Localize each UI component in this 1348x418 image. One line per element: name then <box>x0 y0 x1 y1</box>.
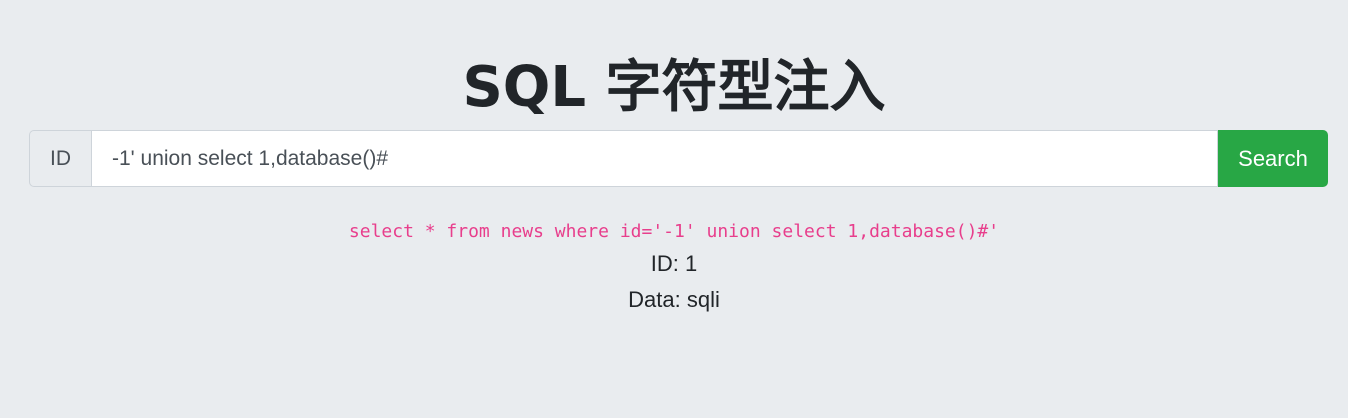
page-title: SQL 字符型注入 <box>462 55 886 120</box>
results-panel: select * from news where id='-1' union s… <box>0 218 1348 318</box>
result-id-line: ID: 1 <box>650 251 698 276</box>
search-button[interactable]: Search <box>1218 130 1328 187</box>
result-data-line: Data: sqli <box>628 287 720 312</box>
id-input[interactable] <box>91 130 1218 187</box>
search-form: ID Search <box>29 130 1328 187</box>
sql-query-text: select * from news where id='-1' union s… <box>348 221 1000 242</box>
id-addon-label: ID <box>29 130 91 187</box>
